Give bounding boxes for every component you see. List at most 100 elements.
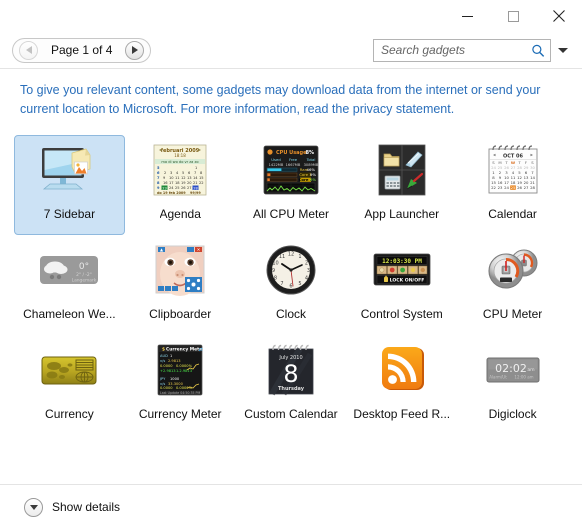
search-area bbox=[373, 38, 568, 62]
svg-text:3: 3 bbox=[170, 171, 172, 175]
svg-text:9: 9 bbox=[272, 268, 275, 274]
svg-text:2.9813: 2.9813 bbox=[168, 359, 181, 363]
svg-text:20: 20 bbox=[187, 181, 192, 185]
search-box[interactable] bbox=[373, 38, 551, 62]
gadget-item-desktop-feed-reader[interactable]: Desktop Feed R... bbox=[346, 335, 457, 435]
gadget-label: Digiclock bbox=[488, 407, 537, 421]
svg-text:0°: 0° bbox=[79, 262, 89, 272]
svg-text:22: 22 bbox=[199, 181, 204, 185]
privacy-statement-link[interactable]: privacy statement bbox=[353, 102, 451, 116]
svg-text:19: 19 bbox=[181, 181, 186, 185]
svg-text:17: 17 bbox=[169, 181, 174, 185]
gadget-item-all-cpu-meter[interactable]: CPU Usage 8% Used Free Total 1422MB 1667MB 3… bbox=[236, 135, 347, 235]
svg-text:26: 26 bbox=[181, 186, 186, 190]
gadget-item-chameleon-weather[interactable]: 0° 2° / -2° Langemark Chameleon We... bbox=[14, 235, 125, 335]
privacy-info-text: To give you relevant content, some gadge… bbox=[0, 69, 582, 119]
next-page-button[interactable] bbox=[125, 40, 145, 60]
svg-text:25: 25 bbox=[510, 185, 515, 190]
control-system-icon: 12:03:30 PM LOCK ON/OFF bbox=[369, 241, 435, 299]
svg-text:8%: 8% bbox=[310, 177, 316, 182]
svg-text:10: 10 bbox=[272, 261, 278, 267]
svg-text:12:00 am: 12:00 am bbox=[514, 375, 533, 380]
maximize-icon bbox=[507, 10, 519, 22]
privacy-info-line1: To give you relevant content, some gadge… bbox=[20, 83, 541, 97]
gadget-label: Agenda bbox=[159, 207, 201, 221]
close-button[interactable] bbox=[536, 0, 582, 32]
gadget-label: Clock bbox=[275, 307, 306, 321]
arrow-right-icon bbox=[131, 46, 138, 54]
svg-text:7: 7 bbox=[280, 281, 283, 287]
svg-text:5: 5 bbox=[182, 171, 184, 175]
analog-clock-icon: 12 123 456 789 10 11 bbox=[258, 241, 324, 299]
gadget-item-clipboarder[interactable]: ▲ ✕ Clipboarder bbox=[125, 235, 236, 335]
svg-text:v/s: v/s bbox=[160, 359, 165, 363]
custom-calendar-icon: July 2010 8 Thursday bbox=[258, 341, 324, 399]
gadget-item-currency-meter[interactable]: $ Currency Meter ⇄ AUD 1 v/s 2.9813 0.0000… bbox=[125, 335, 236, 435]
svg-text:27: 27 bbox=[523, 185, 528, 190]
svg-text:23: 23 bbox=[497, 185, 502, 190]
svg-text:5: 5 bbox=[298, 281, 301, 287]
svg-text:26: 26 bbox=[517, 185, 522, 190]
chameleon-weather-icon: 0° 2° / -2° Langemark bbox=[36, 241, 102, 299]
currency-meter-icon: $ Currency Meter ⇄ AUD 1 v/s 2.9813 0.0000… bbox=[147, 341, 213, 399]
title-bar bbox=[0, 0, 582, 32]
gadget-item-cpu-meter[interactable]: CPU Meter bbox=[457, 235, 568, 335]
gadget-item-app-launcher[interactable]: App Launcher bbox=[346, 135, 457, 235]
gadget-item-custom-calendar[interactable]: July 2010 8 Thursday Custom Calendar bbox=[236, 335, 347, 435]
sidebar-monitor-icon bbox=[36, 141, 102, 199]
svg-text:Free: Free bbox=[289, 157, 298, 162]
svg-text:12: 12 bbox=[288, 252, 294, 258]
svg-text:⇄: ⇄ bbox=[199, 347, 203, 353]
search-input[interactable] bbox=[381, 43, 528, 57]
search-icon[interactable] bbox=[531, 43, 545, 58]
svg-text:99/99: 99/99 bbox=[190, 191, 201, 195]
svg-text:Langemark: Langemark bbox=[72, 278, 97, 284]
gadget-item-agenda[interactable]: februari 2009 18:18 ma di wo do vr za zo… bbox=[125, 135, 236, 235]
svg-text:$: $ bbox=[162, 347, 165, 353]
show-details-label[interactable]: Show details bbox=[52, 500, 120, 514]
svg-text:JPY: JPY bbox=[159, 377, 166, 381]
svg-text:25: 25 bbox=[175, 186, 180, 190]
gadget-item-clock[interactable]: 12 123 456 789 10 11 Clock bbox=[236, 235, 347, 335]
minimize-button[interactable] bbox=[444, 0, 490, 32]
gadget-item-calendar[interactable]: OCT 06 SMT W TFS 24 25 26 27 28 29 30 123 456… bbox=[457, 135, 568, 235]
svg-text:8: 8 bbox=[274, 276, 277, 282]
search-dropdown-icon[interactable] bbox=[558, 47, 568, 53]
gadget-item-digiclock[interactable]: 02:02 am Alarm/Ut 12:00 am Digiclock bbox=[457, 335, 568, 435]
svg-text:Alarm/Ut: Alarm/Ut bbox=[489, 375, 507, 380]
arrow-left-icon bbox=[25, 46, 32, 54]
gadget-label: Custom Calendar bbox=[244, 407, 338, 421]
svg-text:0.0000: 0.0000 bbox=[160, 386, 173, 390]
svg-text:14: 14 bbox=[193, 176, 198, 180]
svg-text:16: 16 bbox=[163, 181, 168, 185]
toolbar: Page 1 of 4 bbox=[0, 32, 582, 68]
svg-text:24: 24 bbox=[169, 186, 174, 190]
privacy-info-line2: current location to Microsoft. For more … bbox=[20, 100, 556, 119]
svg-text:23: 23 bbox=[162, 186, 167, 190]
show-details-toggle-button[interactable] bbox=[24, 497, 43, 517]
page-indicator-label: Page 1 of 4 bbox=[51, 43, 113, 57]
maximize-button[interactable] bbox=[490, 0, 536, 32]
previous-page-button[interactable] bbox=[19, 40, 38, 60]
svg-text:1667MB: 1667MB bbox=[286, 163, 301, 167]
svg-text:CPU Usage: CPU Usage bbox=[276, 150, 307, 156]
svg-text:1422MB: 1422MB bbox=[269, 163, 284, 167]
app-launcher-icon bbox=[369, 141, 435, 199]
svg-text:11: 11 bbox=[279, 254, 285, 260]
svg-text:8%: 8% bbox=[305, 150, 314, 156]
svg-text:3: 3 bbox=[307, 268, 310, 274]
svg-text:11: 11 bbox=[175, 176, 180, 180]
gadget-label: Currency Meter bbox=[138, 407, 222, 421]
svg-text:0.0000%: 0.0000% bbox=[176, 386, 193, 390]
svg-text:1000: 1000 bbox=[170, 377, 180, 381]
svg-text:Total: Total bbox=[306, 157, 316, 162]
svg-text:2: 2 bbox=[305, 261, 308, 267]
gadget-item-control-system[interactable]: 12:03:30 PM LOCK ON/OFF Control System bbox=[346, 235, 457, 335]
privacy-info-line2-suffix: . bbox=[450, 102, 455, 116]
rss-feed-icon bbox=[369, 341, 435, 399]
svg-text:21: 21 bbox=[193, 181, 198, 185]
gadget-item-currency[interactable]: Currency bbox=[14, 335, 125, 435]
svg-text:2° / -2°: 2° / -2° bbox=[76, 272, 92, 278]
svg-text:AUD: AUD bbox=[160, 354, 168, 358]
gadget-item-7-sidebar[interactable]: 7 Sidebar bbox=[14, 135, 125, 235]
